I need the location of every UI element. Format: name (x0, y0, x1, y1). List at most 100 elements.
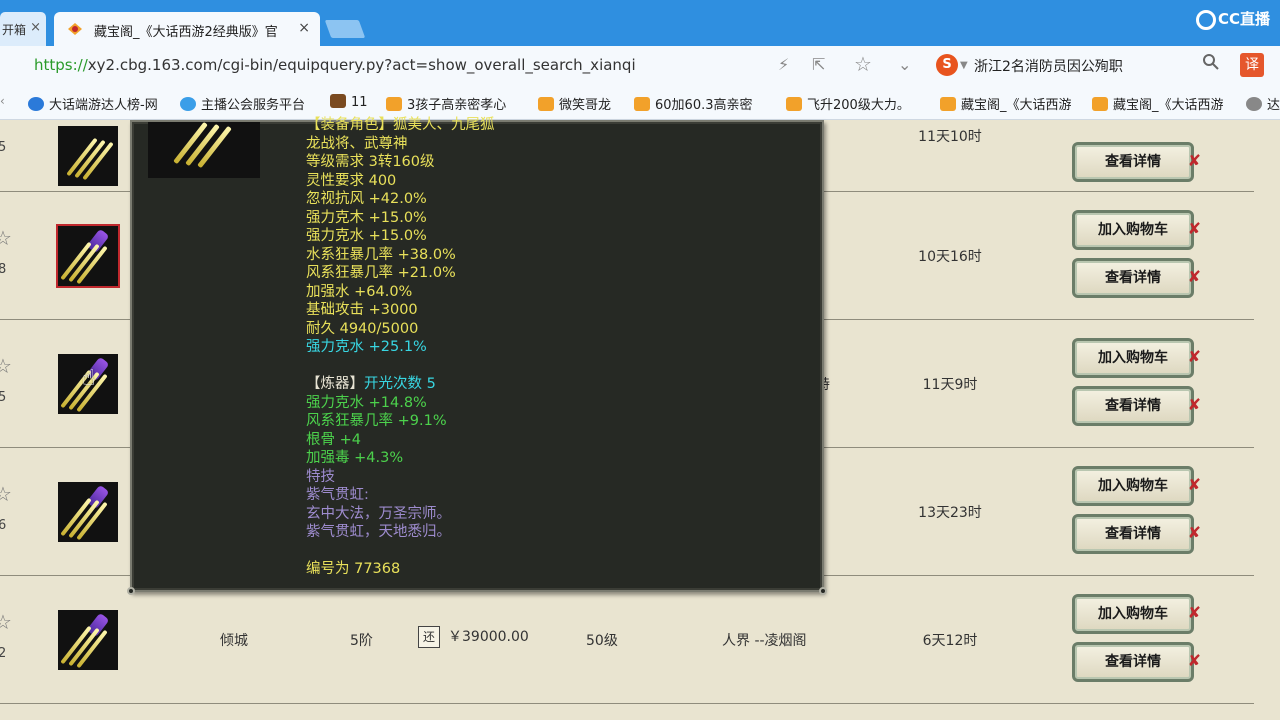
view-details-button[interactable]: 查看详情 ✘ (1072, 258, 1201, 298)
tooltip-item-image (148, 122, 260, 178)
equipment-tooltip: 【装备角色】狐美人、九尾狐 龙战将、武尊神 等级需求 3转160级 灵性要求 400 忽… (127, 117, 827, 595)
tooltip-line-text: 风系狂暴几率 +21.0% (306, 265, 456, 281)
close-icon: ✘ (1187, 267, 1201, 286)
tooltip-line: 龙战将、武尊神 (306, 135, 495, 154)
cbg-favicon-icon (786, 97, 802, 111)
tooltip-line: 强力克木 +15.0% (306, 209, 495, 228)
tooltip-line: 玄中大法，万圣宗师。 (306, 505, 495, 524)
close-icon[interactable]: × (30, 20, 41, 35)
remaining-time: 11天10时 (918, 129, 982, 145)
bookmark-item[interactable]: 微笑哥龙 (538, 94, 626, 113)
tooltip-line: 水系狂暴几率 +38.0% (306, 246, 495, 265)
tooltip-line-text: 水系狂暴几率 +38.0% (306, 246, 456, 263)
bookmark-item[interactable]: 飞升200级大力。 (786, 94, 922, 113)
globe-icon (28, 97, 44, 111)
lightning-icon[interactable]: ⚡ (778, 55, 789, 74)
tooltip-line: 紫气贯虹，天地悉归。 (306, 523, 495, 542)
star-icon[interactable]: ☆ (0, 610, 12, 634)
dropdown-arrow-icon[interactable]: ▼ (960, 60, 968, 71)
add-to-cart-button[interactable]: 加入购物车 ✘ (1072, 594, 1201, 634)
row-index: 5 (0, 390, 7, 405)
chevron-down-icon[interactable]: ⌄ (898, 55, 911, 74)
bookmarks-bar: ‹ 大话端游达人榜-网 主播公会服务平台 11 3孩子高亲密孝心 微笑哥龙 60… (0, 86, 1280, 120)
cbg-favicon-icon (1092, 97, 1108, 111)
url-field[interactable]: https://xy2.cbg.163.com/cgi-bin/equipque… (34, 56, 636, 74)
bookmark-item[interactable]: 主播公会服务平台 (180, 94, 320, 113)
row-index: 2 (0, 646, 7, 661)
bookmark-star-icon[interactable]: ☆ (854, 52, 872, 76)
translate-button[interactable]: 译 (1240, 53, 1264, 77)
view-details-button[interactable]: 查看详情 ✘ (1072, 142, 1201, 182)
tooltip-line-text: 强力克水 +25.1% (306, 339, 427, 355)
star-icon[interactable]: ☆ (0, 482, 12, 506)
tooltip-line-text: 根骨 +4 (306, 431, 361, 448)
cbg-favicon-icon (634, 97, 650, 111)
browser-tab-inactive[interactable]: 开箱 × (0, 12, 46, 46)
tooltip-line: 【炼器】开光次数 5 (306, 375, 495, 394)
search-icon[interactable] (1202, 53, 1220, 76)
tooltip-line: 风系狂暴几率 +9.1% (306, 412, 495, 431)
close-icon[interactable]: × (298, 20, 310, 36)
search-input[interactable]: 浙江2名消防员因公殉职 (974, 56, 1123, 76)
tooltip-line-text: 编号为 77368 (306, 561, 401, 577)
star-icon[interactable]: ☆ (0, 226, 12, 250)
tooltip-line: 忽视抗风 +42.0% (306, 190, 495, 209)
add-to-cart-button[interactable]: 加入购物车 ✘ (1072, 338, 1201, 378)
bookmark-item[interactable]: 藏宝阁_《大话西游 (940, 94, 1080, 113)
cbg-favicon-icon (66, 21, 84, 41)
close-icon: ✘ (1187, 523, 1201, 542)
url-protocol: https:// (34, 56, 88, 74)
close-icon: ✘ (1187, 651, 1201, 670)
claw-weapon-image[interactable] (58, 126, 118, 186)
game-icon (330, 94, 346, 108)
browser-tab-active[interactable]: 藏宝阁_《大话西游2经典版》官 × (54, 12, 320, 46)
bookmark-item[interactable]: 11 (330, 94, 380, 110)
cbg-favicon-icon (940, 97, 956, 111)
corner-ornament (819, 587, 827, 595)
remaining-time: 11天9时 (922, 377, 978, 393)
tooltip-line: 强力克水 +25.1% (306, 338, 495, 357)
tooltip-line-text: 玄中大法，万圣宗师。 (306, 505, 451, 522)
item-price: 还 ￥39000.00 (418, 626, 529, 648)
table-row: ☆ 2 倾城 5阶 还 ￥39000.00 50级 人界 --凌烟阁 6天12时 … (0, 576, 1254, 704)
tab-title: 藏宝阁_《大话西游2经典版》官 (94, 25, 278, 40)
tooltip-line-text: 龙战将、武尊神 (306, 135, 408, 152)
claw-weapon-image[interactable] (58, 482, 118, 542)
tooltip-attribute-list: 【装备角色】狐美人、九尾狐 龙战将、武尊神 等级需求 3转160级 灵性要求 400 忽… (306, 116, 495, 579)
cc-live-logo: CC直播 (1196, 8, 1276, 34)
new-tab-button[interactable] (324, 20, 366, 38)
tooltip-line: 【装备角色】狐美人、九尾狐 (306, 116, 495, 135)
tooltip-line (306, 542, 495, 561)
item-server: 人界 --凌烟阁 (722, 633, 807, 649)
share-icon[interactable]: ⇱ (812, 55, 825, 74)
add-to-cart-button[interactable]: 加入购物车 ✘ (1072, 210, 1201, 250)
bookmark-item[interactable]: 达 (1246, 94, 1280, 113)
close-icon: ✘ (1187, 395, 1201, 414)
view-details-button[interactable]: 查看详情 ✘ (1072, 642, 1201, 682)
bargain-icon[interactable]: 还 (418, 626, 440, 648)
view-details-button[interactable]: 查看详情 ✘ (1072, 514, 1201, 554)
tooltip-line: 风系狂暴几率 +21.0% (306, 264, 495, 283)
claw-weapon-image[interactable] (58, 610, 118, 670)
star-icon[interactable]: ☆ (0, 354, 12, 378)
tooltip-line: 强力克水 +14.8% (306, 394, 495, 413)
cbg-favicon-icon (538, 97, 554, 111)
claw-weapon-image[interactable] (56, 224, 120, 288)
cbg-favicon-icon (386, 97, 402, 111)
tooltip-line: 基础攻击 +3000 (306, 301, 495, 320)
tab-label: 开箱 (2, 23, 27, 37)
chevron-left-icon[interactable]: ‹ (0, 94, 5, 108)
bookmark-item[interactable]: 藏宝阁_《大话西游 (1092, 94, 1230, 113)
hand-cursor-icon: ☝ (82, 366, 96, 391)
tooltip-line-text: 基础攻击 +3000 (306, 302, 418, 318)
add-to-cart-button[interactable]: 加入购物车 ✘ (1072, 466, 1201, 506)
cc-logo-icon (1196, 9, 1216, 30)
tooltip-line (306, 357, 495, 376)
bookmark-item[interactable]: 60加60.3高亲密 (634, 94, 772, 113)
tooltip-line-text: 加强毒 +4.3% (306, 450, 404, 466)
item-name: 倾城 (220, 633, 248, 649)
bookmark-item[interactable]: 大话端游达人榜-网 (28, 94, 166, 113)
bookmark-item[interactable]: 3孩子高亲密孝心 (386, 94, 526, 113)
view-details-button[interactable]: 查看详情 ✘ (1072, 386, 1201, 426)
search-engine-icon[interactable]: S (936, 54, 958, 76)
